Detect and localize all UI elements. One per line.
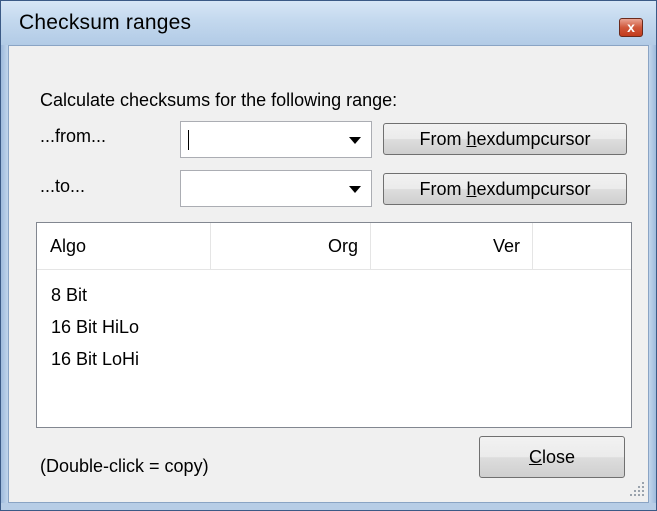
column-header-org-label: Org	[327, 236, 358, 256]
to-hexdumpcursor-button[interactable]: From hexdumpcursor	[383, 173, 627, 205]
column-header-ver-label: Ver	[492, 236, 520, 256]
chevron-down-icon[interactable]	[349, 137, 361, 144]
close-button-accel: C	[528, 447, 542, 467]
column-header-ver[interactable]: Ver	[371, 223, 533, 269]
close-button[interactable]: Close	[479, 436, 625, 478]
from-button-text-post: exdumpcursor	[476, 129, 591, 149]
list-header: Algo Org Ver	[37, 223, 631, 270]
column-header-algo-label: Algo	[50, 236, 87, 256]
column-header-org[interactable]: Org	[211, 223, 371, 269]
to-button-text-post: exdumpcursor	[476, 179, 591, 199]
close-window-button[interactable]: x	[619, 18, 643, 37]
to-button-accel: h	[466, 179, 477, 199]
list-item-algo: 16 Bit HiLo	[51, 317, 140, 337]
title-bar[interactable]: Checksum ranges x	[1, 1, 656, 45]
close-button-text: lose	[541, 447, 576, 467]
list-item-algo: 16 Bit LoHi	[51, 349, 140, 369]
resize-grip-icon[interactable]	[627, 479, 647, 499]
from-combo[interactable]	[180, 121, 372, 158]
to-label: ...to...	[40, 176, 86, 196]
close-icon: x	[627, 19, 635, 35]
from-label: ...from...	[40, 126, 107, 146]
text-caret	[188, 130, 189, 150]
from-hexdumpcursor-button[interactable]: From hexdumpcursor	[383, 123, 627, 155]
list-item-algo: 8 Bit	[51, 285, 88, 305]
window-frame-left	[1, 45, 8, 510]
window-frame-right	[649, 45, 656, 510]
from-button-accel: h	[466, 129, 477, 149]
list-item[interactable]: 8 Bit	[51, 285, 87, 306]
to-button-text-pre: From	[419, 179, 467, 199]
dialog-window: Checksum ranges x Calculate checksums fo…	[0, 0, 657, 511]
to-combo[interactable]	[180, 170, 372, 207]
window-title: Checksum ranges	[19, 11, 192, 34]
chevron-down-icon[interactable]	[349, 186, 361, 193]
dialog-client-area: Calculate checksums for the following ra…	[8, 45, 649, 503]
window-frame-bottom	[1, 503, 656, 510]
checksum-list[interactable]: Algo Org Ver 8 Bit 16 Bit HiLo 16 Bit Lo…	[36, 222, 632, 428]
range-instruction-label: Calculate checksums for the following ra…	[40, 90, 398, 110]
list-item[interactable]: 16 Bit LoHi	[51, 349, 139, 370]
list-item[interactable]: 16 Bit HiLo	[51, 317, 139, 338]
from-button-text-pre: From	[419, 129, 467, 149]
column-header-algo[interactable]: Algo	[37, 223, 211, 269]
copy-hint-label: (Double-click = copy)	[40, 456, 209, 476]
